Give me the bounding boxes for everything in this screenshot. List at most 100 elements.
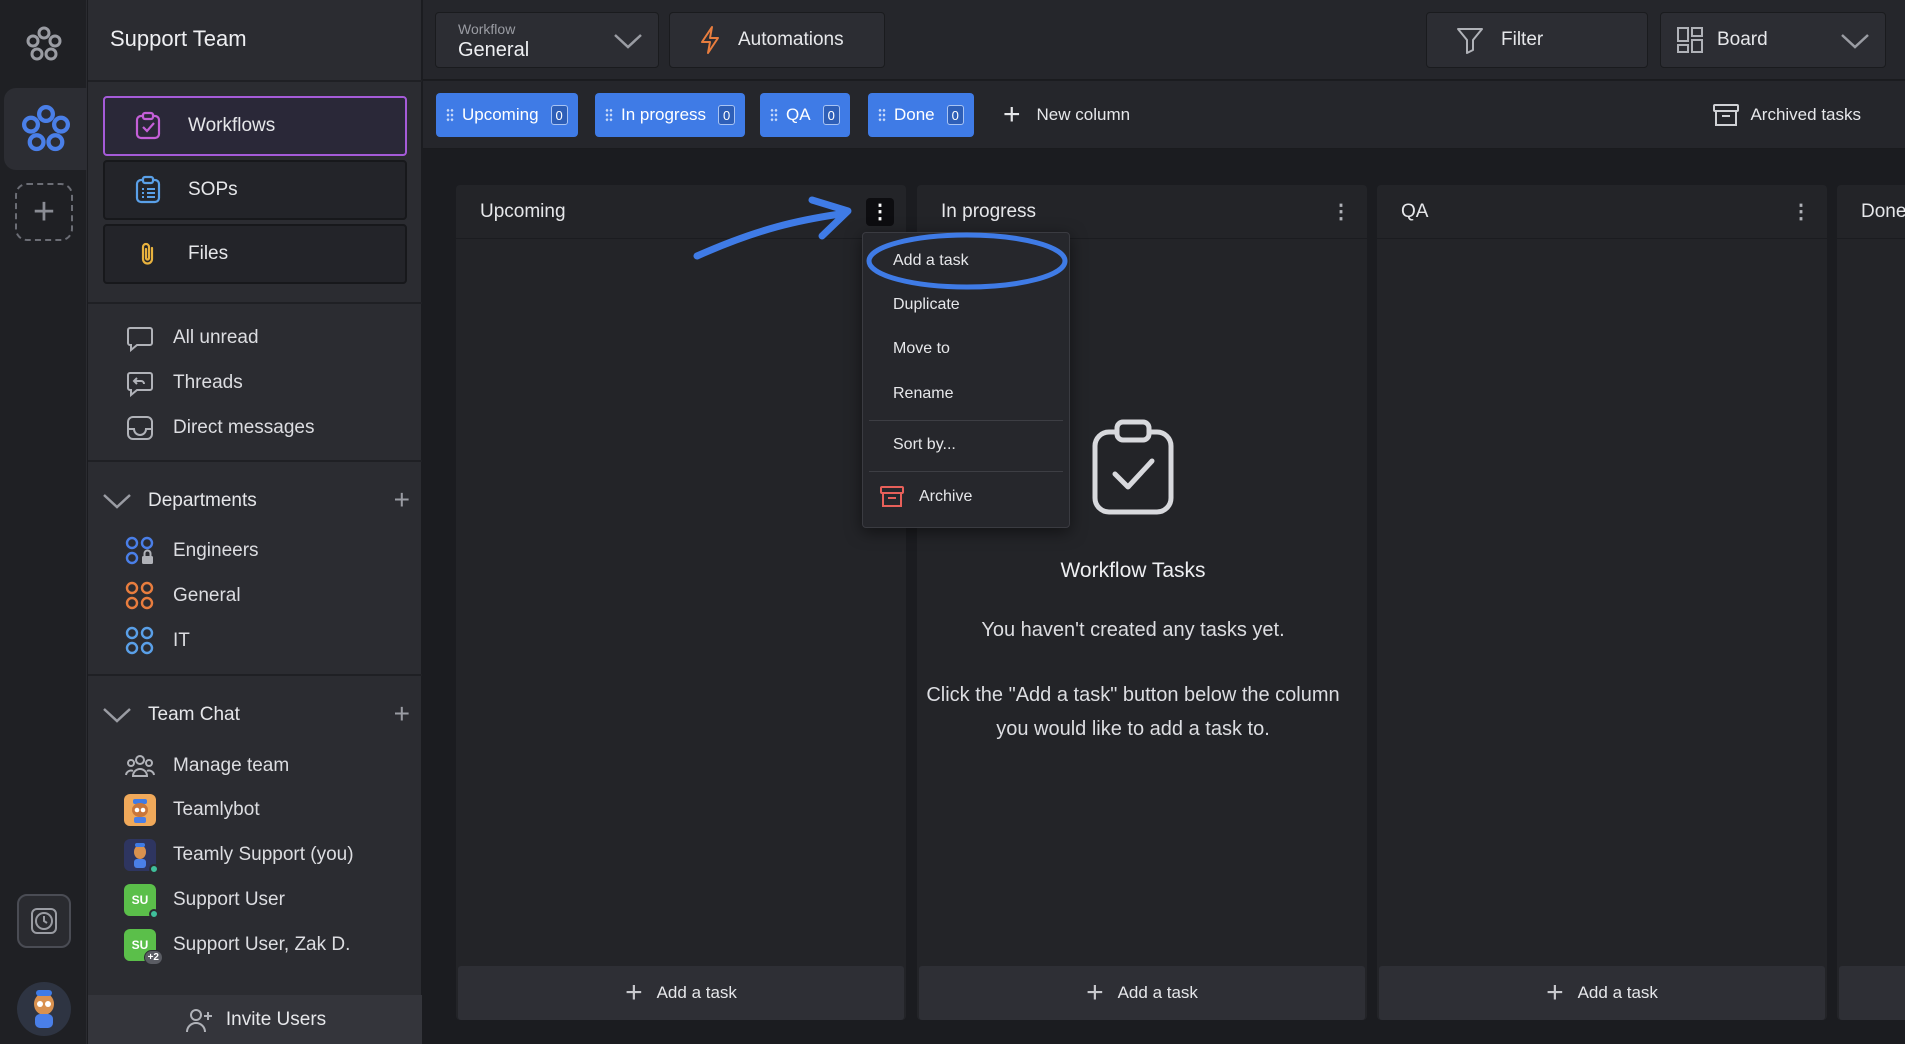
- board: Upcoming ⋮ + Add a task In progress ⋮ + Ad…: [423, 150, 1905, 1044]
- lightning-icon: [698, 25, 722, 55]
- tab-label: In progress: [621, 105, 707, 124]
- add-task-button[interactable]: + Add a task: [1379, 966, 1825, 1020]
- sidebar-item-direct-messages[interactable]: Direct messages: [124, 410, 315, 446]
- tab-count-badge: 0: [946, 105, 964, 125]
- sidebar-item-support-user[interactable]: SU Support User: [124, 882, 285, 919]
- sidebar-item-teamly-support[interactable]: Teamly Support (you): [124, 837, 354, 874]
- user-avatar: SU: [124, 884, 159, 919]
- team-title: Support Team: [110, 26, 247, 51]
- add-chat-icon[interactable]: +: [394, 700, 410, 728]
- tab-count-badge: 0: [822, 105, 840, 125]
- sidebar-item-label: IT: [173, 630, 190, 651]
- plus-icon: +: [625, 976, 643, 1009]
- drag-handle-icon[interactable]: [605, 108, 613, 122]
- tab-in-progress[interactable]: In progress 0: [595, 93, 746, 137]
- column-qa: QA ⋮ + Add a task: [1377, 185, 1827, 1020]
- menu-item-sort-by[interactable]: Sort by...: [863, 425, 1069, 465]
- sidebar-item-group-chat[interactable]: SU +2 Support User, Zak D.: [124, 927, 350, 965]
- sidebar-item-label: Teamly Support (you): [173, 844, 354, 865]
- sidebar-item-threads[interactable]: Threads: [124, 365, 243, 401]
- team-chat-title: Team Chat: [148, 704, 240, 725]
- clipboard-check-icon: [130, 108, 166, 144]
- column-upcoming: Upcoming ⋮ + Add a task: [456, 185, 906, 1020]
- filter-button[interactable]: Filter: [1426, 12, 1648, 68]
- add-workspace-button[interactable]: +: [15, 183, 73, 241]
- board-view-icon: [1675, 25, 1705, 55]
- column-menu-icon[interactable]: ⋮: [1787, 198, 1815, 226]
- column-context-menu: Add a task Duplicate Move to Rename Sort…: [862, 232, 1070, 528]
- divider: [88, 460, 422, 462]
- empty-state-hint-line: you would like to add a task to.: [996, 718, 1270, 740]
- column-menu-icon[interactable]: ⋮: [866, 198, 894, 226]
- empty-state-hint: Click the "Add a task" button below the …: [893, 678, 1373, 746]
- tab-qa[interactable]: QA 0: [760, 93, 850, 137]
- add-task-button[interactable]: + Add a task: [458, 966, 904, 1020]
- drag-handle-icon[interactable]: [770, 108, 778, 122]
- menu-item-add-task[interactable]: Add a task: [863, 241, 1069, 281]
- sidebar-item-manage-team[interactable]: Manage team: [124, 748, 289, 784]
- team-chat-section-header[interactable]: Team Chat +: [100, 697, 410, 733]
- empty-state-hint-line: Click the "Add a task" button below the …: [926, 684, 1340, 706]
- sidebar-item-label: Teamlybot: [173, 799, 260, 820]
- column-header: Done: [1837, 185, 1905, 239]
- departments-section-header[interactable]: Departments +: [100, 483, 410, 519]
- new-column-button[interactable]: + New column: [1003, 93, 1130, 137]
- filter-label: Filter: [1501, 29, 1544, 50]
- archive-box-icon: [879, 485, 905, 509]
- column-title: QA: [1401, 200, 1429, 222]
- workspace-logo-icon: [21, 105, 70, 152]
- paperclip-icon: [130, 236, 166, 272]
- sidebar-item-label: Direct messages: [173, 417, 315, 438]
- drag-handle-icon[interactable]: [446, 108, 454, 122]
- sidebar-item-label: Engineers: [173, 540, 259, 561]
- add-task-button[interactable]: [1839, 966, 1905, 1020]
- menu-divider: [869, 471, 1063, 472]
- chevron-down-icon: [614, 34, 642, 49]
- view-select[interactable]: Board: [1660, 12, 1886, 68]
- workflow-select[interactable]: Workflow General: [435, 12, 659, 68]
- sidebar-files-button[interactable]: Files: [103, 224, 407, 284]
- add-task-label: Add a task: [1577, 983, 1658, 1002]
- archived-tasks-button[interactable]: Archived tasks: [1712, 93, 1861, 137]
- sidebar-item-teamlybot[interactable]: Teamlybot: [124, 792, 260, 828]
- chevron-down-icon: [103, 494, 131, 509]
- app-logo-icon[interactable]: [20, 20, 68, 68]
- workspace-support-team[interactable]: [4, 88, 87, 170]
- column-header: QA ⋮: [1377, 185, 1827, 239]
- tab-upcoming[interactable]: Upcoming 0: [436, 93, 578, 137]
- sidebar-item-all-unread[interactable]: All unread: [124, 320, 259, 356]
- add-task-button[interactable]: + Add a task: [919, 966, 1365, 1020]
- avatar-initials: SU: [131, 893, 149, 907]
- sidebar-sops-button[interactable]: SOPs: [103, 160, 407, 220]
- sidebar-item-it[interactable]: IT: [124, 623, 190, 659]
- add-department-icon[interactable]: +: [394, 486, 410, 514]
- column-title: Done: [1861, 200, 1905, 222]
- sidebar-item-label: General: [173, 585, 241, 606]
- history-button[interactable]: [17, 894, 71, 948]
- chat-bubble-icon: [124, 322, 156, 354]
- automations-button[interactable]: Automations: [669, 12, 885, 68]
- group-icon: [124, 580, 156, 612]
- invite-users-button[interactable]: Invite Users: [88, 995, 422, 1044]
- tab-done[interactable]: Done 0: [868, 93, 974, 137]
- funnel-icon: [1455, 25, 1485, 55]
- workspace-rail: +: [0, 0, 87, 1044]
- sidebar-item-general[interactable]: General: [124, 578, 241, 614]
- empty-state-text: You haven't created any tasks yet.: [981, 619, 1285, 641]
- menu-item-rename[interactable]: Rename: [863, 374, 1069, 414]
- menu-item-duplicate[interactable]: Duplicate: [863, 285, 1069, 325]
- plus-icon: +: [32, 191, 56, 233]
- drag-handle-icon[interactable]: [878, 108, 886, 122]
- new-column-label: New column: [1036, 105, 1131, 124]
- inbox-icon: [124, 412, 156, 444]
- user-avatar[interactable]: [17, 982, 71, 1036]
- sidebar-item-engineers[interactable]: Engineers: [124, 533, 259, 569]
- tab-label: Upcoming: [462, 105, 539, 124]
- sidebar-workflows-button[interactable]: Workflows: [103, 96, 407, 156]
- top-toolbar: Workflow General Automations Filter Boar…: [423, 0, 1905, 80]
- people-icon: [124, 750, 156, 782]
- column-menu-icon[interactable]: ⋮: [1327, 198, 1355, 226]
- main-area: Workflow General Automations Filter Boar…: [423, 0, 1905, 1044]
- menu-item-archive[interactable]: Archive: [863, 477, 1069, 517]
- menu-item-move-to[interactable]: Move to: [863, 329, 1069, 369]
